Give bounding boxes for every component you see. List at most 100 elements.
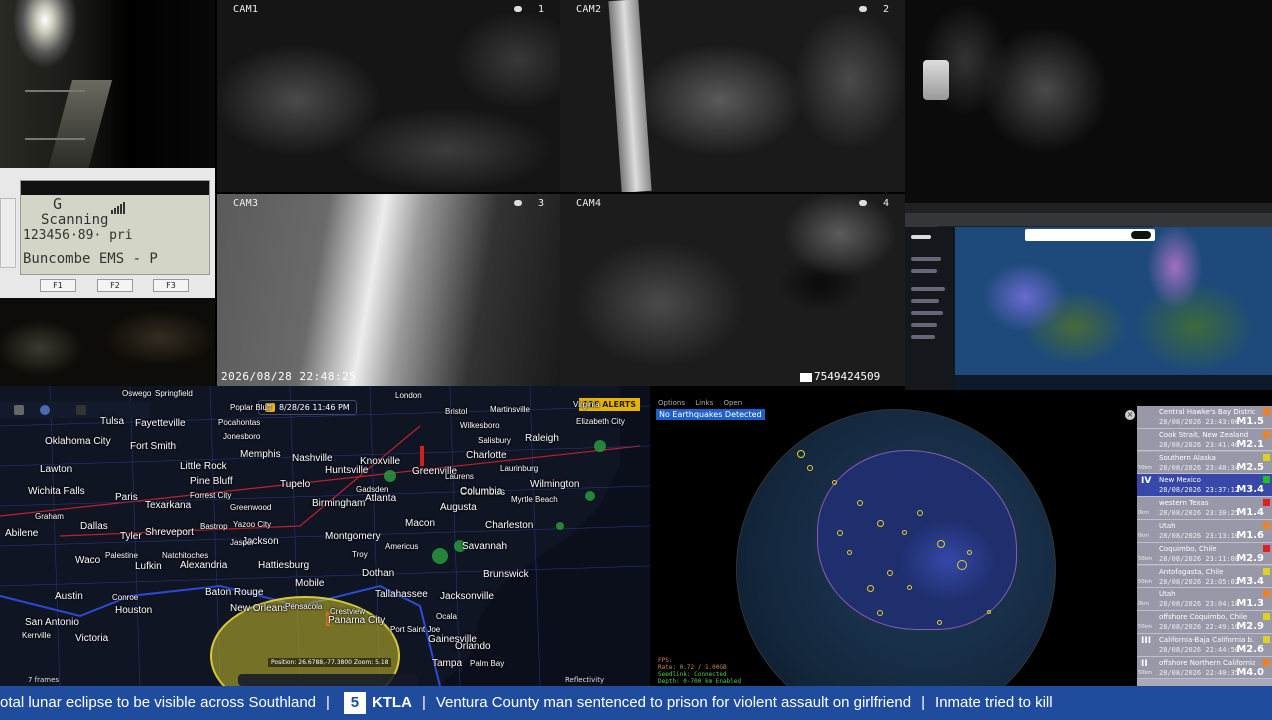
- ticker-headline-3: Inmate tried to kill: [935, 694, 1053, 711]
- position-readout: Position: 26.6788,-77.3800 Zoom: 5.18: [268, 658, 392, 667]
- city-label: Kerrville: [22, 631, 51, 640]
- quake-magnitude: M2.6: [1236, 644, 1264, 655]
- city-label: Knoxville: [360, 456, 401, 467]
- city-label: Bristol: [445, 407, 468, 416]
- city-label: Jacksonville: [440, 591, 494, 602]
- stat-fps: FPS:: [658, 657, 673, 664]
- city-label: Mobile: [295, 578, 325, 589]
- quake-row[interactable]: 0km Utah 28/08/2026 23:13:10 M1.6: [1137, 520, 1272, 543]
- camera-3[interactable]: CAM3 3: [217, 194, 560, 386]
- menu-links[interactable]: Links: [695, 399, 713, 407]
- quake-row[interactable]: 50km Coquimbo, Chile 28/08/2026 23:11:08 M2…: [1137, 542, 1272, 566]
- city-label: Hattiesburg: [258, 560, 310, 571]
- device-icon: [800, 372, 812, 382]
- quake-row[interactable]: 50km offshore Coquimbo, Chile 28/08/2026 2…: [1137, 611, 1272, 634]
- city-label: Lufkin: [135, 561, 162, 572]
- city-label: Wilkesboro: [460, 421, 500, 430]
- quake-marker: [987, 610, 991, 614]
- city-label: Waco: [75, 555, 101, 566]
- radar-datetime: 8/28/26 11:46 PM: [258, 400, 357, 415]
- quake-place: California-Baja California b...: [1159, 636, 1255, 644]
- city-label: Americus: [385, 542, 419, 551]
- quad-camera-grid: CAM1 1 CAM2 2 CAM3 3 CAM4 4: [215, 0, 905, 386]
- record-icon: [514, 200, 522, 206]
- quake-magnitude: M4.0: [1236, 666, 1264, 678]
- quake-magnitude: M1.4: [1236, 507, 1264, 519]
- f3-button[interactable]: F3: [153, 279, 189, 292]
- layers-icon[interactable]: [76, 405, 86, 415]
- menu-open[interactable]: Open: [723, 399, 742, 407]
- city-label: Springfield: [155, 389, 193, 398]
- quake-distance: 0km: [1138, 601, 1149, 608]
- scanner-line-3: 123456·89· pri: [23, 228, 133, 243]
- camera-label: CAM2: [576, 4, 602, 15]
- quake-magnitude: M1.6: [1236, 530, 1264, 541]
- city-label: Martinsville: [490, 405, 531, 414]
- quake-color-marker: [1263, 636, 1270, 643]
- city-label: Yazoo City: [233, 520, 272, 529]
- city-label: Brunswick: [483, 569, 529, 580]
- city-label: Pine Bluff: [190, 476, 233, 487]
- camera-label: CAM4: [576, 198, 602, 209]
- earth-globe[interactable]: [736, 409, 1056, 720]
- earthquake-list: Central Hawke's Bay District... 28/08/202…: [1137, 406, 1272, 686]
- quake-row[interactable]: II 50km offshore Northern California 28/08/…: [1137, 656, 1272, 680]
- quake-distance: 50km: [1138, 555, 1153, 562]
- city-label: Palm Bay: [470, 659, 505, 668]
- quake-row[interactable]: Cook Strait, New Zealand 28/08/2026 23:41…: [1137, 428, 1272, 452]
- quake-place: offshore Northern California: [1159, 658, 1255, 667]
- quake-row[interactable]: 50km Antofagasta, Chile 28/08/2026 23:05:0…: [1137, 565, 1272, 589]
- quake-row[interactable]: 0km western Texas 28/08/2026 23:30:25 M1.4: [1137, 497, 1272, 520]
- quake-marker: [907, 585, 912, 590]
- quake-marker: [837, 530, 843, 536]
- quake-magnitude: M2.1: [1236, 438, 1264, 450]
- playback-controls[interactable]: [238, 674, 418, 686]
- quake-place: Utah: [1159, 522, 1176, 530]
- frames-label: 7 frames: [28, 676, 60, 684]
- quake-time: 28/08/2026 23:40:34: [1159, 463, 1240, 472]
- quake-row[interactable]: Central Hawke's Bay District... 28/08/202…: [1137, 406, 1272, 429]
- city-label: Oklahoma City: [45, 436, 111, 447]
- city-label: Wilmington: [530, 479, 580, 490]
- camera-1[interactable]: CAM1 1: [217, 0, 560, 192]
- quake-time: 28/08/2026 22:49:16: [1159, 623, 1240, 632]
- city-label: Conroe: [112, 593, 139, 602]
- camera-label: CAM3: [233, 198, 259, 209]
- city-label: Texarkana: [145, 500, 192, 511]
- scanner-line-1: G: [53, 195, 63, 213]
- quake-row[interactable]: IV New Mexico 28/08/2026 23:37:12 M3.4: [1137, 474, 1272, 497]
- city-label: Columbia: [460, 486, 503, 497]
- close-icon[interactable]: ×: [1125, 410, 1135, 420]
- record-icon: [859, 200, 867, 206]
- quake-color-marker: [1263, 522, 1270, 529]
- quake-marker: [967, 550, 972, 555]
- satellite-map[interactable]: [955, 227, 1272, 375]
- quake-magnitude: M2.9: [1236, 552, 1264, 564]
- city-label: Little Rock: [180, 461, 227, 472]
- quake-row[interactable]: 50km Southern Alaska 28/08/2026 23:40:34 M2…: [1137, 451, 1272, 475]
- hamburger-icon[interactable]: [14, 405, 24, 415]
- menu-options[interactable]: Options: [658, 399, 685, 407]
- weather-sidebar: [905, 227, 955, 390]
- city-label: Montgomery: [325, 531, 381, 542]
- quake-marker: [857, 500, 863, 506]
- camera-number: 1: [537, 4, 544, 15]
- quake-marker: [847, 550, 852, 555]
- timeline-bar[interactable]: [955, 375, 1272, 390]
- city-label: Houston: [115, 605, 153, 616]
- weather-browser-window: [905, 203, 1272, 390]
- popup-button[interactable]: [1131, 231, 1151, 239]
- city-label: Austin: [55, 591, 83, 602]
- power-icon[interactable]: [40, 405, 50, 415]
- quake-place: Southern Alaska: [1159, 453, 1216, 462]
- camera-4[interactable]: CAM4 4: [560, 194, 905, 386]
- city-label: Ocala: [436, 612, 457, 621]
- globe-stats: FPS: Rate: 0.72 / 1.00GB Seedlink: Conne…: [658, 657, 741, 685]
- f1-button[interactable]: F1: [40, 279, 76, 292]
- f2-button[interactable]: F2: [97, 279, 133, 292]
- quake-row[interactable]: 0km Utah 28/08/2026 23:04:18 M1.3: [1137, 588, 1272, 611]
- city-label: Nashville: [292, 453, 333, 464]
- camera-2[interactable]: CAM2 2: [560, 0, 905, 192]
- radar-map-panel[interactable]: 8/28/26 11:46 PM 116 ALERTS Oklahoma Cit…: [0, 386, 650, 686]
- quake-row[interactable]: III California-Baja California b... 28/08/…: [1137, 634, 1272, 657]
